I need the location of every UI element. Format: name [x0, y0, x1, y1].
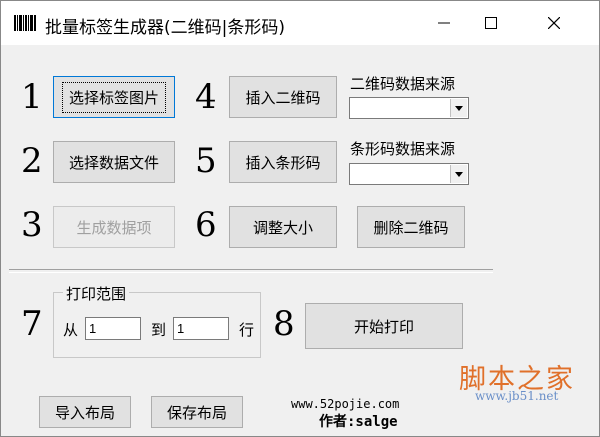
step-number-7: 7 [21, 304, 43, 344]
step-number-6: 6 [195, 205, 217, 245]
from-label: 从 [63, 321, 79, 339]
import-layout-button[interactable]: 导入布局 [39, 396, 131, 428]
chevron-down-icon [450, 99, 467, 117]
barcode-source-label: 条形码数据来源 [350, 140, 456, 158]
barcode-source-select[interactable] [349, 163, 469, 185]
title-bar: 批量标签生成器(二维码|条形码) [1, 1, 599, 45]
watermark-url: www.jb51.net [475, 389, 559, 403]
select-data-file-button[interactable]: 选择数据文件 [53, 141, 175, 183]
start-print-button[interactable]: 开始打印 [305, 303, 463, 349]
row-label: 行 [239, 321, 255, 339]
save-layout-button[interactable]: 保存布局 [151, 396, 243, 428]
from-row-input[interactable] [85, 317, 141, 340]
maximize-button[interactable] [468, 1, 514, 45]
separator [9, 269, 493, 273]
resize-button[interactable]: 调整大小 [229, 206, 337, 248]
maximize-icon [485, 17, 497, 29]
step-number-1: 1 [21, 77, 43, 117]
insert-qrcode-button[interactable]: 插入二维码 [229, 76, 337, 118]
minimize-icon [438, 22, 450, 24]
step-number-5: 5 [195, 141, 217, 181]
step-number-8: 8 [273, 304, 295, 344]
generate-data-items-button[interactable]: 生成数据项 [53, 206, 175, 248]
select-label-image-button[interactable]: 选择标签图片 [53, 76, 175, 118]
close-icon [548, 17, 560, 29]
qrcode-source-select[interactable] [349, 97, 469, 119]
step-number-3: 3 [21, 205, 43, 245]
website-text: www.52pojie.com [291, 397, 400, 411]
close-button[interactable] [531, 1, 577, 45]
minimize-button[interactable] [421, 1, 467, 45]
step-number-2: 2 [21, 141, 43, 181]
author-text: 作者:salge [319, 414, 398, 430]
app-window: 批量标签生成器(二维码|条形码) 1 2 3 4 5 6 7 8 选择标签图片 … [0, 0, 600, 437]
chevron-down-icon [450, 165, 467, 183]
delete-qrcode-button[interactable]: 删除二维码 [357, 206, 465, 248]
print-range-label: 打印范围 [63, 283, 130, 304]
window-title: 批量标签生成器(二维码|条形码) [45, 18, 285, 38]
step-number-4: 4 [195, 77, 217, 117]
barcode-icon [14, 15, 36, 31]
to-label: 到 [151, 321, 167, 339]
qrcode-source-label: 二维码数据来源 [350, 75, 456, 93]
to-row-input[interactable] [173, 317, 229, 340]
insert-barcode-button[interactable]: 插入条形码 [229, 141, 337, 183]
